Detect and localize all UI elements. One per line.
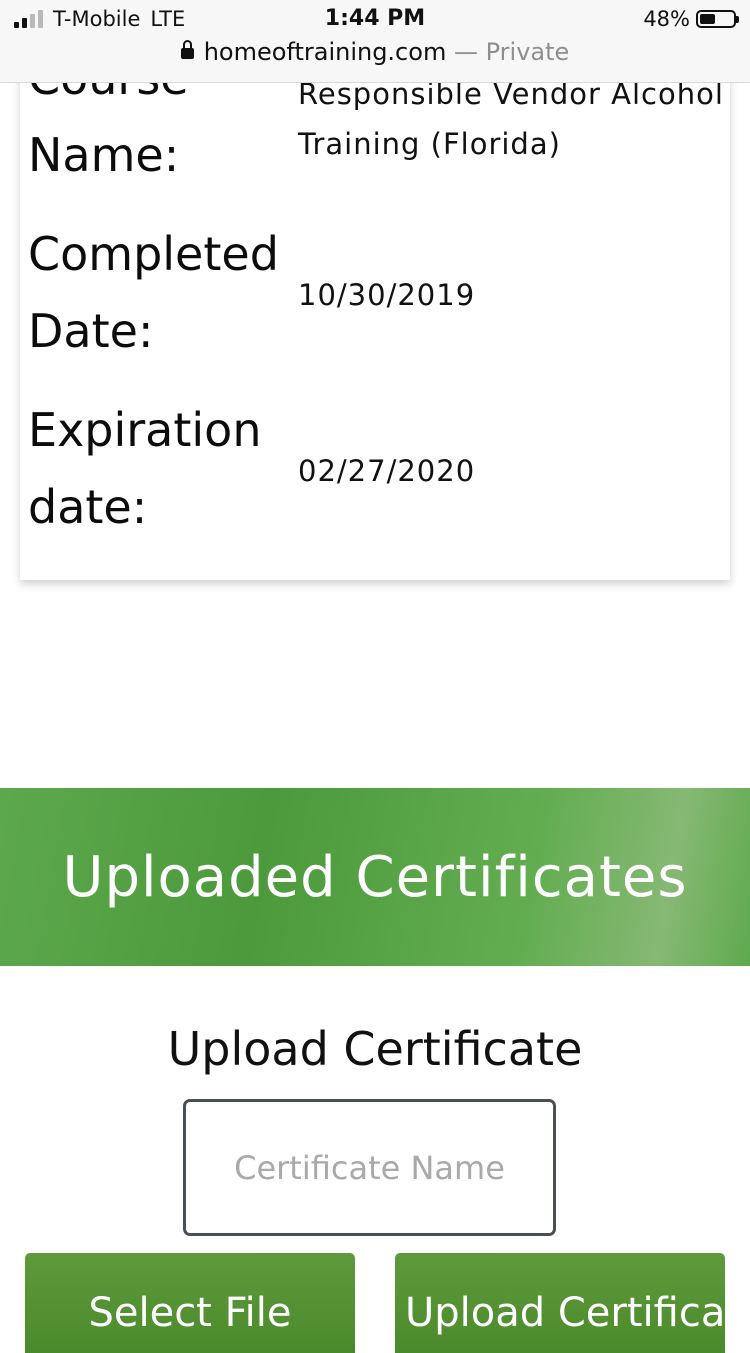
certificate-name-input[interactable] [183, 1099, 556, 1236]
completed-date-label: Completed Date: [28, 227, 279, 358]
url-domain: homeoftraining.com [203, 38, 447, 66]
url-separator: — [453, 38, 478, 66]
select-file-button[interactable]: Select File [25, 1253, 355, 1353]
private-mode-label: Private [485, 38, 570, 66]
lock-icon [180, 40, 194, 59]
upload-certificate-button[interactable]: Upload Certificate [395, 1253, 725, 1353]
address-bar[interactable]: homeoftraining.com — Private [0, 38, 750, 66]
banner-title: Uploaded Certificates [62, 844, 688, 910]
battery-percent: 48% [643, 7, 690, 31]
battery-info: 48% [643, 7, 739, 31]
expiration-date-value: 02/27/2020 [298, 454, 476, 488]
course-details-card: Course Name: Responsible Vendor Alcohol … [20, 40, 730, 580]
expiration-date-label: Expiration date: [28, 403, 262, 534]
upload-certificate-title: Upload Certificate [167, 1022, 583, 1076]
completed-date-value: 10/30/2019 [298, 278, 476, 312]
uploaded-certificates-banner: Uploaded Certificates [0, 788, 750, 966]
browser-status-bar: T-Mobile LTE 1:44 PM 48% homeoftraining.… [0, 0, 750, 83]
clock: 1:44 PM [324, 6, 426, 31]
course-name-value: Responsible Vendor Alcohol Training (Flo… [298, 77, 724, 161]
battery-icon [696, 10, 739, 28]
